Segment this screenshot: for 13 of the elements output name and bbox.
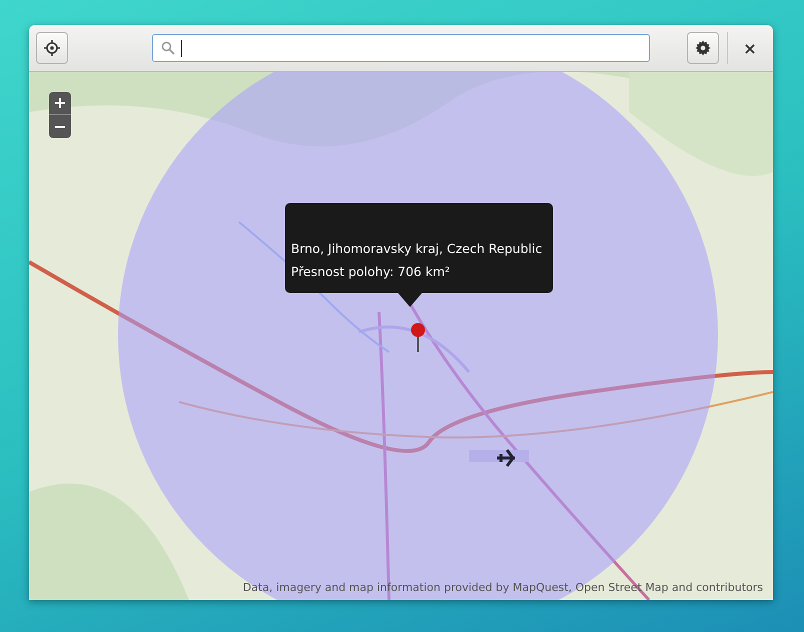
location-button[interactable] <box>36 32 68 64</box>
gear-icon <box>695 40 711 56</box>
crosshair-icon <box>44 40 60 56</box>
popup-text: Brno, Jihomoravsky kraj, Czech Republic <box>291 241 544 256</box>
close-button[interactable]: × <box>738 34 762 62</box>
settings-button[interactable] <box>687 32 719 64</box>
airplane-icon <box>496 448 516 468</box>
search-field[interactable] <box>152 34 650 62</box>
popup-text: Přesnost polohy: 706 km² <box>291 264 451 279</box>
zoom-button[interactable]: + <box>49 92 71 115</box>
map-pin-icon[interactable] <box>411 323 425 352</box>
search-icon <box>161 41 175 55</box>
zoom-button[interactable]: − <box>49 115 71 138</box>
